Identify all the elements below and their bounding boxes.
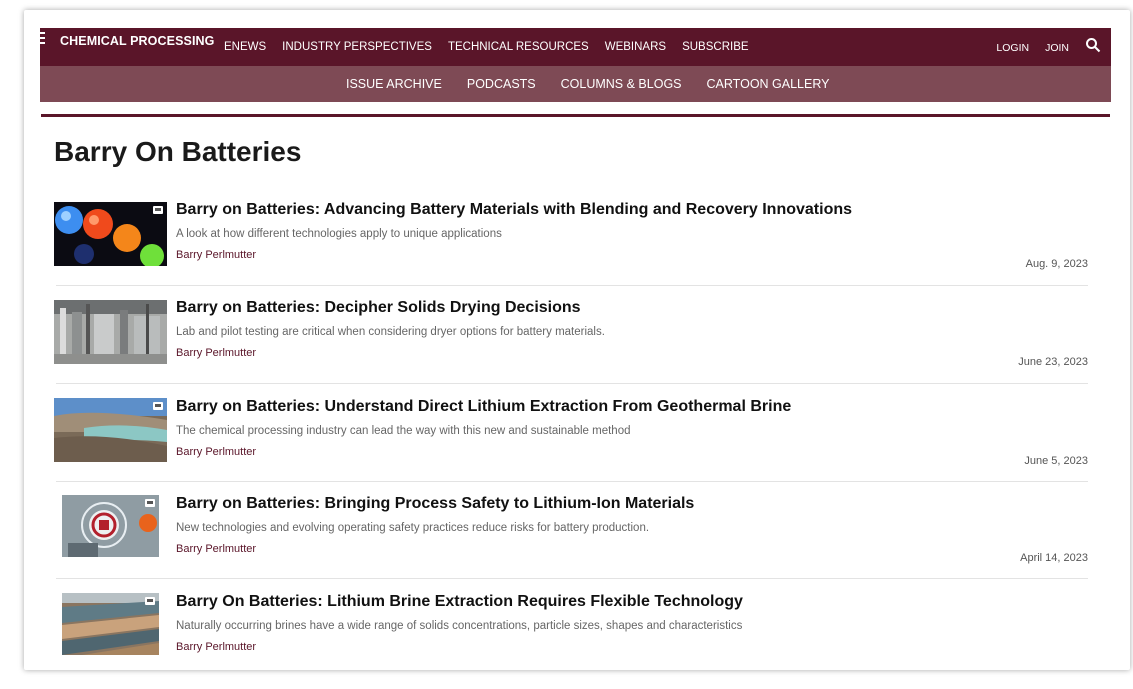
article-item: Barry on Batteries: Decipher Solids Dryi… [54,299,1088,395]
primary-nav: ENEWS INDUSTRY PERSPECTIVES TECHNICAL RE… [224,41,765,53]
media-badge-icon [145,499,155,507]
article-thumbnail[interactable] [62,593,159,655]
article-item: Barry On Batteries: Lithium Brine Extrac… [54,593,1088,689]
nav-podcasts[interactable]: PODCASTS [467,77,536,91]
page-title: Barry On Batteries [54,136,302,167]
article-date: June 23, 2023 [1018,356,1088,368]
article-thumbnail[interactable] [54,202,167,266]
article-title[interactable]: Barry on Batteries: Bringing Process Saf… [176,495,694,513]
nav-issue-archive[interactable]: ISSUE ARCHIVE [346,77,442,91]
article-description: New technologies and evolving operating … [176,522,650,534]
nav-columns-blogs[interactable]: COLUMNS & BLOGS [561,77,682,91]
thumbnail-image [54,300,167,364]
article-author[interactable]: Barry Perlmutter [176,543,256,555]
media-badge-icon [153,206,163,214]
secondary-nav: ISSUE ARCHIVE PODCASTS COLUMNS & BLOGS C… [346,77,854,91]
nav-subscribe[interactable]: SUBSCRIBE [682,41,748,53]
article-author[interactable]: Barry Perlmutter [176,446,256,458]
divider [56,285,1088,286]
nav-webinars[interactable]: WEBINARS [605,41,666,53]
nav-industry-perspectives[interactable]: INDUSTRY PERSPECTIVES [282,41,432,53]
site-logo[interactable]: CHEMICAL PROCESSING [60,34,214,48]
nav-technical-resources[interactable]: TECHNICAL RESOURCES [448,41,589,53]
article-date: June 5, 2023 [1024,455,1088,467]
divider [56,481,1088,482]
article-date: Aug. 9, 2023 [1025,258,1088,270]
article-thumbnail[interactable] [54,300,167,364]
media-badge-icon [145,597,155,605]
auth-links: LOGIN JOIN [996,38,1111,54]
article-description: A look at how different technologies app… [176,228,502,240]
article-thumbnail[interactable] [62,495,159,557]
search-icon[interactable] [1085,37,1101,53]
article-title[interactable]: Barry On Batteries: Lithium Brine Extrac… [176,593,743,611]
article-description: Naturally occurring brines have a wide r… [176,620,743,632]
article-date: April 14, 2023 [1020,552,1088,564]
join-link[interactable]: JOIN [1045,42,1069,54]
article-title[interactable]: Barry on Batteries: Decipher Solids Dryi… [176,299,581,317]
thumbnail-image [54,398,167,462]
article-description: Lab and pilot testing are critical when … [176,326,605,338]
article-title[interactable]: Barry on Batteries: Understand Direct Li… [176,398,791,416]
divider [56,383,1088,384]
hamburger-menu-icon[interactable] [38,32,48,46]
media-badge-icon [153,402,163,410]
title-rule [41,114,1110,117]
login-link[interactable]: LOGIN [996,42,1029,54]
nav-enews[interactable]: ENEWS [224,41,266,53]
article-author[interactable]: Barry Perlmutter [176,347,256,359]
article-author[interactable]: Barry Perlmutter [176,249,256,261]
article-description: The chemical processing industry can lea… [176,425,631,437]
nav-cartoon-gallery[interactable]: CARTOON GALLERY [707,77,830,91]
thumbnail-image [54,202,167,266]
article-item: Barry on Batteries: Understand Direct Li… [54,398,1088,494]
top-nav-bar: CHEMICAL PROCESSING ENEWS INDUSTRY PERSP… [38,28,1111,66]
article-thumbnail[interactable] [54,398,167,462]
article-item: Barry on Batteries: Bringing Process Saf… [54,495,1088,591]
article-item: Barry on Batteries: Advancing Battery Ma… [54,201,1088,297]
divider [56,578,1088,579]
article-title[interactable]: Barry on Batteries: Advancing Battery Ma… [176,201,852,219]
article-author[interactable]: Barry Perlmutter [176,641,256,653]
secondary-nav-bar: ISSUE ARCHIVE PODCASTS COLUMNS & BLOGS C… [40,66,1111,102]
